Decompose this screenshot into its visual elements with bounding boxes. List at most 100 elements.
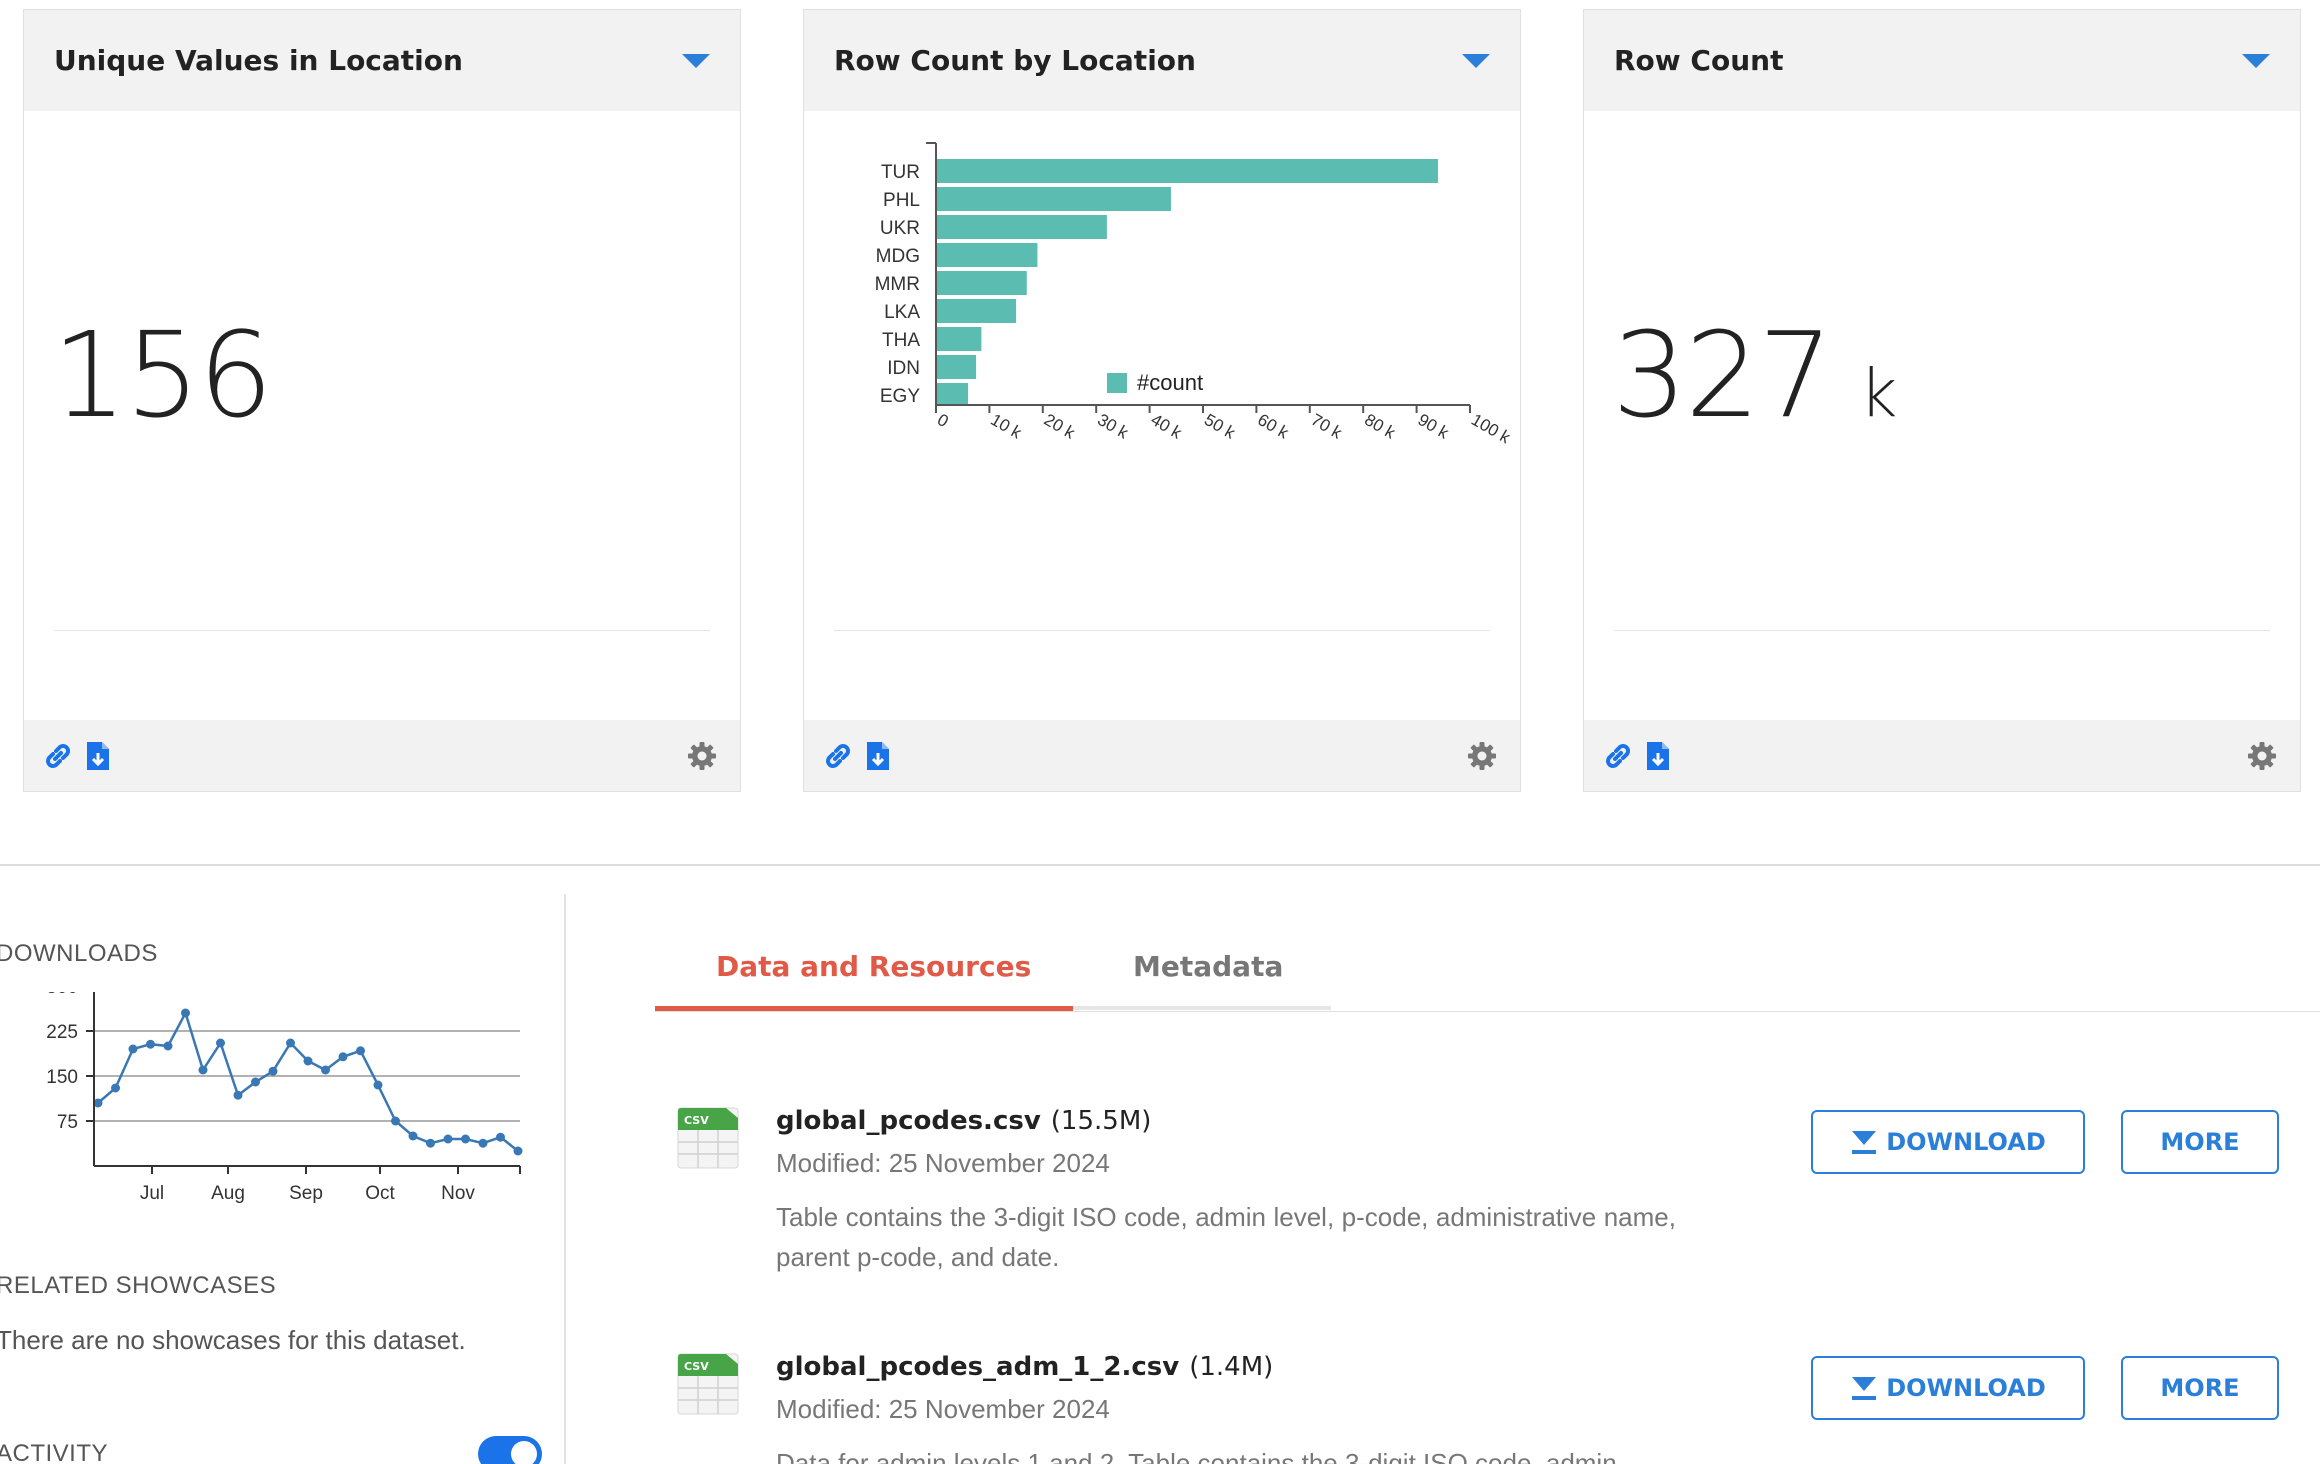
row-count-card: Row Count 327 k	[1583, 9, 2301, 792]
x-tick-label: 0	[934, 410, 952, 431]
dropdown-caret-icon[interactable]	[1462, 53, 1490, 68]
category-label: PHL	[883, 190, 920, 211]
more-label: MORE	[2160, 1374, 2240, 1402]
y-tick-label: 150	[46, 1067, 78, 1088]
download-image-icon[interactable]	[860, 738, 896, 774]
csv-file-icon: CSV	[677, 1353, 739, 1415]
resource-filename[interactable]: global_pcodes.csv	[776, 1106, 1041, 1136]
data-point	[181, 1008, 190, 1018]
link-icon[interactable]	[1600, 738, 1636, 774]
resource-modified: Modified: 25 November 2024	[776, 1394, 1110, 1424]
card-body: TUR PHL UKR MDG MMR LKA THA IDN EGY 0 10 k 20 k 30 k…	[804, 111, 1520, 621]
download-button[interactable]: DOWNLOAD	[1811, 1356, 2085, 1420]
card-header: Row Count	[1584, 10, 2300, 111]
y-tick-label: 225	[46, 1022, 78, 1043]
downloads-heading: DOWNLOADS	[0, 940, 158, 967]
x-tick-label: Nov	[441, 1183, 475, 1204]
card-footer	[1584, 720, 2300, 791]
tab-metadata[interactable]: Metadata	[1133, 950, 1283, 983]
location-bar-chart: TUR PHL UKR MDG MMR LKA THA IDN EGY 0 10 k 20 k 30 k…	[875, 142, 1514, 448]
download-label: DOWNLOAD	[1886, 1128, 2046, 1156]
download-button[interactable]: DOWNLOAD	[1811, 1110, 2085, 1174]
x-tick-label: 80 k	[1361, 410, 1399, 443]
resource-description: Data for admin levels 1 and 2. Table con…	[776, 1448, 1617, 1464]
resource-filename[interactable]: global_pcodes_adm_1_2.csv	[776, 1352, 1179, 1382]
resource-title[interactable]: global_pcodes.csv (15.5M)	[776, 1106, 1151, 1136]
bar	[936, 327, 982, 351]
card-header: Row Count by Location	[804, 10, 1520, 111]
dropdown-caret-icon[interactable]	[2242, 53, 2270, 68]
divider	[54, 630, 710, 631]
card-title: Unique Values in Location	[54, 44, 463, 77]
legend-swatch	[1107, 373, 1127, 393]
resource-modified: Modified: 25 November 2024	[776, 1148, 1110, 1178]
data-point	[443, 1134, 453, 1144]
download-icon	[1852, 1131, 1877, 1154]
x-tick-label: 20 k	[1041, 410, 1079, 443]
bar	[936, 243, 1038, 267]
x-tick-label: 90 k	[1415, 410, 1453, 443]
category-label: MMR	[875, 274, 920, 295]
data-point	[321, 1065, 330, 1075]
data-point	[198, 1065, 208, 1075]
category-label: THA	[882, 330, 920, 351]
category-label: MDG	[876, 246, 920, 267]
card-title: Row Count by Location	[834, 44, 1196, 77]
resource-size: (15.5M)	[1050, 1106, 1152, 1136]
csv-label: CSV	[684, 1360, 709, 1373]
data-point	[426, 1138, 435, 1148]
bar	[936, 215, 1107, 239]
x-tick-label: Sep	[289, 1183, 323, 1204]
download-image-icon[interactable]	[1640, 738, 1676, 774]
x-tick-label: 50 k	[1201, 410, 1239, 443]
data-point	[233, 1090, 243, 1100]
category-label: EGY	[880, 386, 920, 407]
dropdown-caret-icon[interactable]	[682, 53, 710, 68]
more-button[interactable]: MORE	[2121, 1356, 2279, 1420]
tab-data-and-resources[interactable]: Data and Resources	[716, 950, 1031, 983]
x-tick-label: 70 k	[1308, 410, 1346, 443]
card-title: Row Count	[1614, 44, 1784, 77]
data-point	[356, 1046, 365, 1056]
row-count-value: 327	[1612, 306, 1833, 444]
related-showcases-heading: RELATED SHOWCASES	[0, 1272, 277, 1299]
more-button[interactable]: MORE	[2121, 1110, 2279, 1174]
x-tick-label: Aug	[211, 1183, 245, 1204]
bar	[936, 299, 1017, 323]
download-image-icon[interactable]	[80, 738, 116, 774]
downloads-line-chart: 75 150 225 300 Jul Aug Sep Oct Nov	[46, 992, 523, 1204]
category-label: IDN	[887, 358, 920, 379]
data-point	[286, 1038, 295, 1048]
bar	[936, 271, 1027, 295]
gear-icon[interactable]	[684, 738, 720, 774]
data-point	[496, 1132, 505, 1142]
data-point	[338, 1052, 348, 1062]
bar	[936, 355, 977, 379]
row-count-by-location-card: Row Count by Location TUR PHL UKR MDG MMR LKA…	[803, 9, 1521, 792]
row-count-number: 327 k	[1612, 306, 1897, 444]
download-label: DOWNLOAD	[1886, 1374, 2046, 1402]
x-tick-label: 10 k	[987, 410, 1025, 443]
link-icon[interactable]	[820, 738, 856, 774]
data-point	[268, 1066, 278, 1076]
gear-icon[interactable]	[2244, 738, 2280, 774]
bar	[936, 159, 1438, 183]
activity-toggle[interactable]	[478, 1436, 542, 1464]
card-header: Unique Values in Location	[24, 10, 740, 111]
data-point	[216, 1038, 225, 1048]
link-icon[interactable]	[40, 738, 76, 774]
resource-description: Table contains the 3-digit ISO code, adm…	[776, 1202, 1676, 1272]
y-tick-label: 75	[57, 1112, 78, 1133]
no-showcases-text: There are no showcases for this dataset.	[0, 1325, 466, 1355]
x-tick-label: 100 k	[1468, 410, 1514, 447]
resource-size: (1.4M)	[1189, 1352, 1274, 1382]
download-icon	[1852, 1377, 1877, 1400]
resource-title[interactable]: global_pcodes_adm_1_2.csv (1.4M)	[776, 1352, 1273, 1382]
gear-icon[interactable]	[1464, 738, 1500, 774]
data-point	[111, 1083, 120, 1093]
row-count-unit: k	[1859, 355, 1898, 432]
data-point	[408, 1131, 418, 1141]
divider	[834, 630, 1490, 631]
category-label: TUR	[881, 162, 920, 183]
data-point	[251, 1077, 260, 1087]
